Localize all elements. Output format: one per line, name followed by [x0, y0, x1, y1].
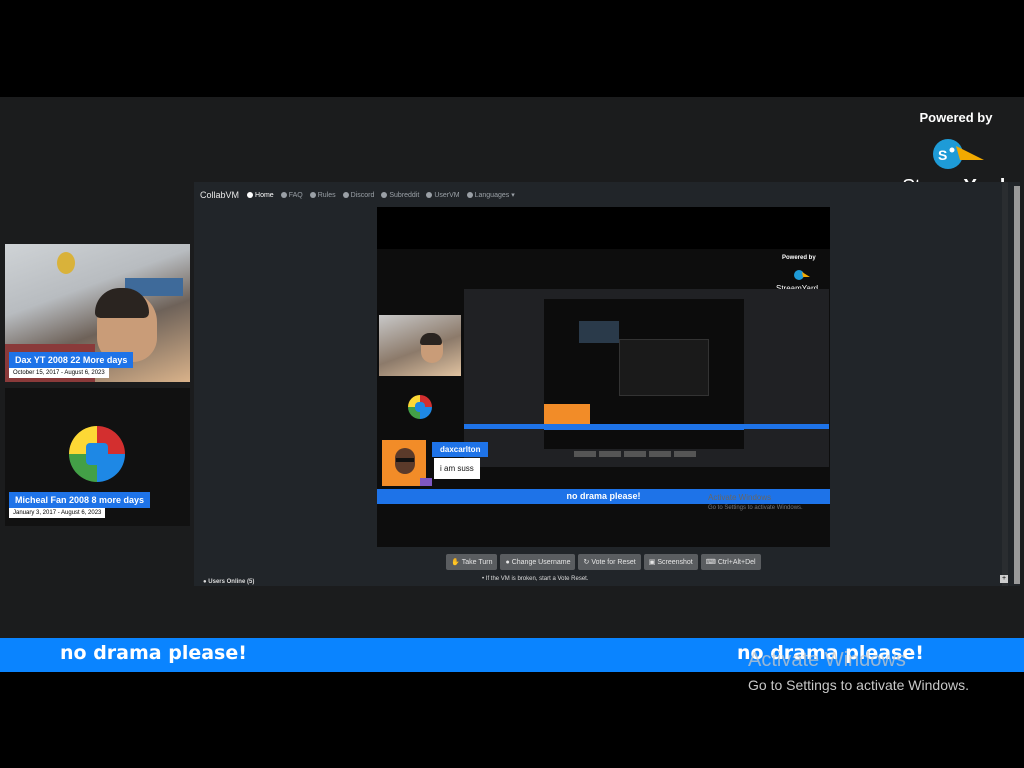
nested-ticker	[464, 424, 829, 429]
nav-faq[interactable]: FAQ	[280, 191, 303, 199]
take-turn-button[interactable]: ✋ Take Turn	[446, 554, 498, 570]
balloon-decoration	[57, 252, 75, 274]
nested-hair	[420, 333, 442, 345]
keyboard-icon: ⌨	[705, 559, 716, 566]
button-label: Ctrl+Alt+Del	[717, 558, 756, 566]
chat-message: i am suss	[434, 458, 480, 479]
button-label: Take Turn	[461, 558, 493, 566]
nested-inner-share	[619, 339, 709, 396]
button-label: Vote for Reset	[591, 558, 636, 566]
button-label: Screenshot	[657, 558, 693, 566]
participant-tile-1: Dax YT 2008 22 More days October 15, 201…	[5, 244, 190, 382]
nav-discord[interactable]: Discord	[342, 191, 375, 199]
participant-date-tag: October 15, 2017 - August 6, 2023	[9, 368, 109, 378]
nav-uservm[interactable]: UserVM	[426, 191, 460, 199]
nav-label: UserVM	[434, 191, 460, 199]
reddit-icon	[381, 192, 388, 198]
participant-name-tag: Micheal Fan 2008 8 more days	[9, 492, 151, 508]
participant-tile-2: Micheal Fan 2008 8 more days January 3, …	[5, 388, 190, 526]
question-icon	[280, 192, 287, 198]
nav-subreddit[interactable]: Subreddit	[381, 192, 419, 199]
participant-date-tag: January 3, 2017 - August 6, 2023	[9, 508, 106, 518]
participant-name-tag: Dax YT 2008 22 More days	[9, 352, 134, 368]
chat-tile-daxcarlton: daxcarlton i am suss	[382, 440, 489, 486]
nested-cat-avatar-icon	[408, 395, 432, 419]
users-online-header[interactable]: ● Users Online (5)	[203, 579, 254, 585]
cat-avatar-icon	[69, 426, 125, 482]
globe-icon	[466, 192, 473, 198]
nested-dax-tile	[544, 404, 590, 424]
vm-screen[interactable]: Powered by StreamYard daxcarlton i am su…	[377, 207, 830, 547]
screen-share: CollabVM Home FAQ Rules Discord Subreddi…	[194, 182, 1020, 586]
activate-windows-subtitle: Go to Settings to activate Windows.	[748, 677, 969, 693]
home-icon	[247, 192, 254, 198]
hand-icon: ✋	[451, 559, 460, 566]
nav-home[interactable]: Home	[247, 192, 274, 199]
vm-activate-subtitle: Go to Settings to activate Windows.	[708, 505, 803, 511]
vote-reset-button[interactable]: ↻ Vote for Reset	[578, 554, 641, 570]
caret-down-icon: ▾	[511, 192, 515, 199]
users-icon: ●	[203, 579, 207, 585]
platform-badge-icon	[420, 478, 432, 486]
nav-label: Rules	[317, 191, 336, 199]
nav-rules[interactable]: Rules	[309, 191, 336, 199]
svg-text:S: S	[938, 147, 947, 163]
powered-by-label: Powered by	[919, 110, 993, 125]
vm-control-buttons: ✋ Take Turn ● Change Username ↻ Vote for Re…	[446, 554, 761, 570]
ctrl-alt-del-button[interactable]: ⌨ Ctrl+Alt+Del	[700, 554, 761, 570]
nav-label: Languages	[474, 191, 510, 199]
page-scrollbar[interactable]	[1002, 182, 1008, 586]
nav-label: Discord	[350, 191, 375, 199]
nav-languages[interactable]: Languages ▾	[466, 191, 515, 199]
discord-icon	[342, 192, 349, 198]
users-online-label: Users Online (5)	[208, 579, 255, 585]
book-icon	[309, 192, 316, 198]
screenshot-button[interactable]: ▣ Screenshot	[643, 554, 698, 570]
outer-scrollbar[interactable]	[1014, 186, 1020, 584]
change-username-button[interactable]: ● Change Username	[500, 554, 576, 570]
vm-activate-title: Activate Windows	[708, 493, 772, 502]
nav-label: Home	[255, 191, 274, 199]
nested-screen-share	[464, 289, 829, 467]
rotate-icon: ↻	[583, 559, 590, 566]
ticker-text-left: no drama please!	[60, 642, 247, 664]
user-icon: ●	[505, 558, 510, 566]
nested-powered-by: Powered by	[782, 255, 816, 261]
activate-windows-title: Activate Windows	[748, 649, 906, 671]
nested-tile	[579, 321, 619, 343]
rule-item: If the VM is broken, start a Vote Reset.	[485, 576, 589, 582]
collabvm-brand[interactable]: CollabVM	[200, 190, 239, 200]
rules-list: • If the VM is broken, start a Vote Rese…	[482, 576, 589, 582]
nested-duck-icon	[794, 270, 810, 280]
camera-icon: ▣	[648, 559, 656, 566]
nested-participant-tile	[379, 315, 461, 376]
nested-button-row	[574, 451, 696, 457]
nav-label: FAQ	[288, 191, 303, 199]
button-label: Change Username	[511, 558, 571, 566]
nav-label: Subreddit	[389, 191, 420, 199]
user-icon	[426, 192, 433, 198]
scroll-button[interactable]: +	[1000, 575, 1008, 583]
streamyard-duck-icon: S	[933, 139, 984, 169]
chat-author-name: daxcarlton	[432, 442, 489, 457]
vm-black-band	[377, 207, 830, 249]
collabvm-navbar: CollabVM Home FAQ Rules Discord Subreddi…	[194, 182, 1020, 208]
